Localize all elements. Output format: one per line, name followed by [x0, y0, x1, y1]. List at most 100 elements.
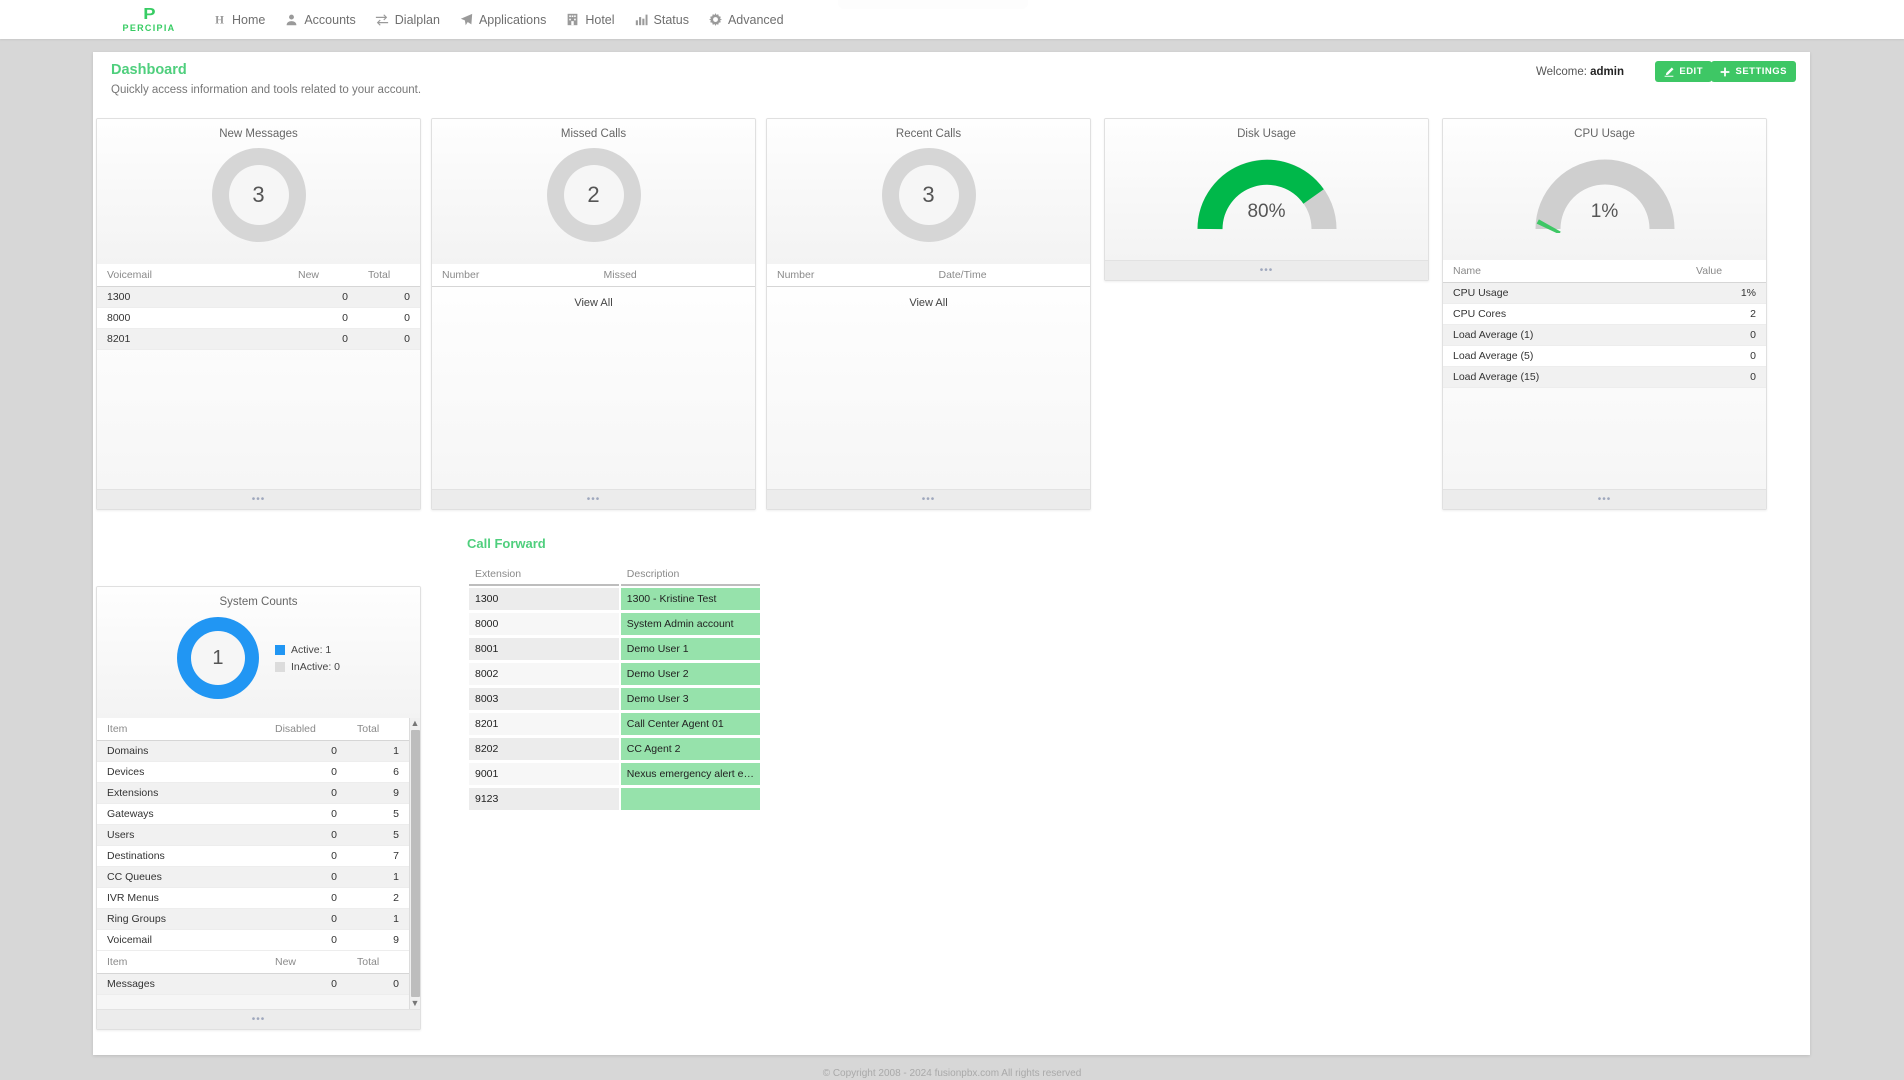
widget-drag-handle-new-messages[interactable]: •••: [97, 489, 420, 509]
widget-drag-handle-recent-calls[interactable]: •••: [767, 489, 1090, 509]
col2-total: Total: [347, 950, 409, 974]
table-row[interactable]: Ring Groups 0 1: [97, 908, 409, 930]
missed-calls-table-area: Number Missed View All: [432, 264, 755, 489]
settings-button[interactable]: SETTINGS: [1711, 61, 1796, 82]
nav-items: H Home Accounts Dialplan Applications Ho…: [212, 12, 803, 27]
table-row[interactable]: Domains 0 1: [97, 740, 409, 762]
nav-item-dialplan[interactable]: Dialplan: [375, 12, 440, 27]
table-row[interactable]: Gateways 0 5: [97, 803, 409, 825]
call-forward-rows: 1300 1300 - Kristine Test 8000 System Admi…: [469, 588, 760, 811]
table-row[interactable]: 8201 0 0: [97, 328, 420, 350]
view-all-link-recent-calls[interactable]: View All: [767, 287, 1090, 309]
paper-plane-icon: [459, 12, 474, 27]
widget-drag-handle-missed-calls[interactable]: •••: [432, 489, 755, 509]
cell-total: 2: [347, 887, 409, 909]
table-row[interactable]: Devices 0 6: [97, 761, 409, 783]
table-row[interactable]: 8002 Demo User 2: [469, 663, 760, 686]
table-row[interactable]: 8202 CC Agent 2: [469, 738, 760, 761]
welcome-text: Welcome: admin: [1536, 66, 1624, 78]
table-row[interactable]: 8000 System Admin account: [469, 613, 760, 636]
nav-label-applications: Applications: [478, 12, 547, 27]
legend-item-inactive[interactable]: InActive: 0: [274, 661, 340, 673]
nav-item-status[interactable]: Status: [634, 12, 689, 27]
table-row[interactable]: 9123: [469, 788, 760, 811]
cell-extension: 8000: [469, 613, 619, 636]
col-total: Total: [347, 718, 409, 741]
system-counts-center-value: 1: [212, 646, 224, 669]
table-row[interactable]: 8001 Demo User 1: [469, 638, 760, 661]
cell-total: 0: [358, 328, 420, 350]
col-item: Item: [97, 718, 265, 741]
percipia-logo[interactable]: P PERCIPIA: [112, 6, 186, 33]
table-row[interactable]: Destinations 0 7: [97, 845, 409, 867]
system-counts-table: Item Disabled Total Domains 0 1 Devices 0 6 …: [97, 718, 409, 995]
cell-item: Devices: [97, 761, 265, 783]
edit-button[interactable]: EDIT: [1655, 61, 1712, 82]
building-icon: [565, 12, 580, 27]
table-row[interactable]: Load Average (1) 0: [1443, 324, 1766, 346]
page-title: Dashboard: [111, 62, 187, 78]
table-row[interactable]: IVR Menus 0 2: [97, 887, 409, 909]
scrollbar-thumb[interactable]: [410, 730, 420, 997]
table-row[interactable]: 1300 0 0: [97, 286, 420, 308]
table-row[interactable]: CPU Cores 2: [1443, 303, 1766, 325]
cell-disabled: 0: [265, 845, 347, 867]
cell-extension: 9001: [469, 763, 619, 786]
cell-total: 5: [347, 803, 409, 825]
exchange-arrows-icon: [375, 12, 390, 27]
table-row[interactable]: 9001 Nexus emergency alert e…: [469, 763, 760, 786]
cell-description: CC Agent 2: [620, 738, 760, 761]
system-counts-scrollbar[interactable]: ▲ ▼: [409, 718, 420, 1009]
cell-value: 0: [1686, 366, 1766, 388]
col2-new: New: [265, 950, 347, 974]
nav-item-advanced[interactable]: Advanced: [708, 12, 784, 27]
table-row[interactable]: 1300 1300 - Kristine Test: [469, 588, 760, 611]
table-row[interactable]: CPU Usage 1%: [1443, 282, 1766, 304]
table-row[interactable]: 8201 Call Center Agent 01: [469, 713, 760, 736]
nav-item-applications[interactable]: Applications: [459, 12, 546, 27]
table-header-row-2: Item New Total: [97, 950, 409, 974]
col-new: New: [288, 264, 358, 287]
nav-item-home[interactable]: H Home: [212, 12, 265, 27]
cell-disabled: 0: [265, 782, 347, 804]
widget-drag-handle-system-counts[interactable]: •••: [97, 1009, 420, 1029]
col2-item: Item: [97, 950, 265, 974]
view-all-link-missed-calls[interactable]: View All: [432, 287, 755, 309]
scroll-up-chevron-icon[interactable]: ▲: [411, 718, 420, 729]
col-disabled: Disabled: [265, 718, 347, 741]
cell-item: Extensions: [97, 782, 265, 804]
col-number: Number: [767, 264, 929, 287]
cell-name: CPU Usage: [1443, 282, 1686, 304]
table-row[interactable]: Load Average (5) 0: [1443, 345, 1766, 367]
table-row[interactable]: Users 0 5: [97, 824, 409, 846]
col-value: Value: [1686, 260, 1766, 283]
widget-drag-handle-cpu-usage[interactable]: •••: [1443, 489, 1766, 509]
widget-drag-handle-disk-usage[interactable]: •••: [1105, 260, 1428, 280]
new-messages-table: Voicemail New Total 1300 0 0 8000 0 0 82…: [97, 264, 420, 350]
cell-total: 7: [347, 845, 409, 867]
new-messages-count: 3: [252, 182, 265, 207]
cell-extension: 9123: [469, 788, 619, 811]
cell-extension: 8202: [469, 738, 619, 761]
nav-item-accounts[interactable]: Accounts: [284, 12, 356, 27]
cell-name: CPU Cores: [1443, 303, 1686, 325]
table-header-row: Voicemail New Total: [97, 264, 420, 287]
nav-item-hotel[interactable]: Hotel: [565, 12, 615, 27]
scroll-down-chevron-icon[interactable]: ▼: [411, 998, 420, 1009]
table-row[interactable]: Voicemail 0 9: [97, 929, 409, 951]
table-row[interactable]: 8000 0 0: [97, 307, 420, 329]
table-row[interactable]: CC Queues 0 1: [97, 866, 409, 888]
widget-title-system-counts: System Counts: [219, 596, 298, 608]
widget-title-missed-calls: Missed Calls: [560, 128, 627, 140]
table-row[interactable]: 8003 Demo User 3: [469, 688, 760, 711]
cell-name: Load Average (5): [1443, 345, 1686, 367]
cell-item: Destinations: [97, 845, 265, 867]
cell-name: Load Average (15): [1443, 366, 1686, 388]
cell-extension: 8001: [469, 638, 619, 661]
legend-item-active[interactable]: Active: 1: [274, 644, 340, 656]
table-row[interactable]: Load Average (15) 0: [1443, 366, 1766, 388]
table-row[interactable]: Extensions 0 9: [97, 782, 409, 804]
cell-value: 0: [1686, 324, 1766, 346]
nav-label-dialplan: Dialplan: [394, 12, 440, 27]
table-row[interactable]: Messages 0 0: [97, 973, 409, 995]
